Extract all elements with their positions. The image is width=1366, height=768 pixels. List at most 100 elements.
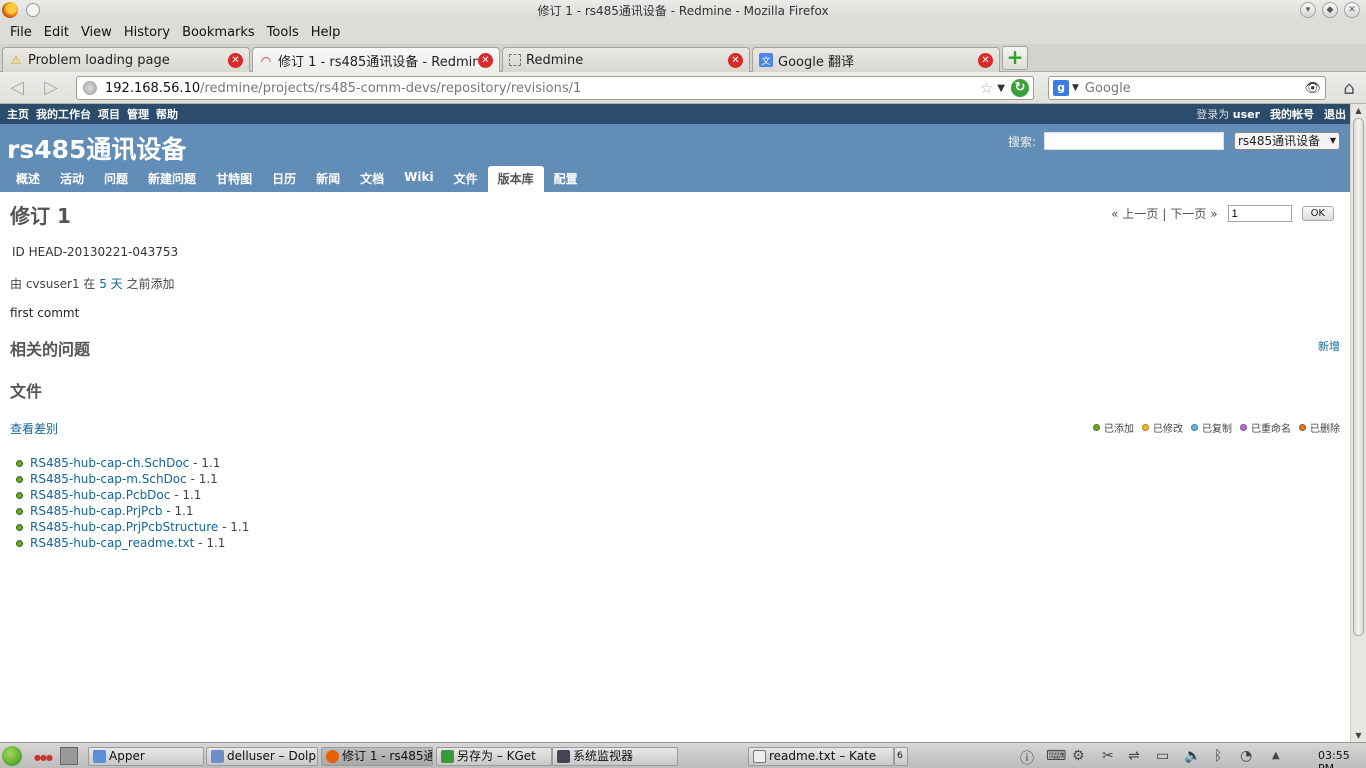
scroll-down-icon[interactable]: ▼ [1353,731,1364,740]
bluetooth-icon[interactable]: ᛒ [1214,748,1222,764]
top-menu-my-page[interactable]: 我的工作台 [36,106,91,122]
pin-icon[interactable] [26,3,40,17]
maximize-button[interactable]: ◆ [1322,2,1338,18]
next-revision-link[interactable]: 下一页 » [1170,205,1217,222]
task-kate[interactable]: readme.txt – Kate [748,747,894,766]
top-menu-projects[interactable]: 项目 [98,106,120,122]
binoculars-icon[interactable]: 👁 [1304,81,1321,96]
close-tab-icon[interactable]: ✕ [478,53,493,68]
list-item: RS485-hub-cap.PrjPcbStructure - 1.1 [16,519,1340,535]
menu-view[interactable]: View [75,25,118,40]
revision-input[interactable] [1227,205,1292,222]
task-dolphin[interactable]: delluser – Dolphin [206,747,318,766]
top-menu-home[interactable]: 主页 [7,106,29,122]
bookmark-star-icon[interactable]: ☆ [980,79,993,97]
previous-revision-link[interactable]: « 上一页 [1111,205,1158,222]
tab-google-translate[interactable]: 文 Google 翻译 ✕ [752,47,1000,72]
activities-icon[interactable]: ●●● [34,753,53,762]
firefox-icon[interactable] [2,2,18,18]
close-window-button[interactable]: ✕ [1344,2,1360,18]
tab-wiki[interactable]: Wiki [394,166,443,192]
tab-new-issue[interactable]: 新建问题 [138,166,206,192]
wifi-icon[interactable]: ◔ [1240,748,1252,764]
clock[interactable]: 03:55 PM [1318,749,1366,768]
task-firefox[interactable]: 修订 1 - rs485通讯设备 [321,747,433,766]
forward-button[interactable]: ▷ [40,78,62,98]
redmine-header: rs485通讯设备 搜索: rs485通讯设备 ▼ 概述 活动 问题 新建问题 甘… [0,124,1350,192]
url-dropdown-icon[interactable]: ▼ [997,83,1005,94]
task-kget[interactable]: 另存为 – KGet [436,747,552,766]
ok-button[interactable]: OK [1301,206,1334,221]
author-suffix: 之前添加 [122,277,175,291]
tab-activity[interactable]: 活动 [50,166,94,192]
search-bar[interactable]: g ▼ Google 👁 [1048,76,1326,100]
settings-icon[interactable]: ⚙ [1072,748,1085,764]
add-related-issue-link[interactable]: 新增 [1318,338,1340,354]
tray-expand-icon[interactable]: ▲ [1272,750,1280,761]
task-group-count[interactable]: 6 [894,747,908,766]
new-tab-button[interactable]: + [1002,46,1028,70]
close-tab-icon[interactable]: ✕ [228,52,243,68]
view-diff-link[interactable]: 查看差别 [10,422,58,436]
close-tab-icon[interactable]: ✕ [978,52,993,68]
url-bar[interactable]: 192.168.56.10/redmine/projects/rs485-com… [76,76,1034,100]
time-ago-link[interactable]: 5 天 [99,277,122,291]
tab-problem-loading[interactable]: ⚠ Problem loading page ✕ [2,47,250,72]
tab-issues[interactable]: 问题 [94,166,138,192]
home-icon[interactable]: ⌂ [1338,78,1360,99]
menu-history[interactable]: History [118,25,176,40]
task-system-monitor[interactable]: 系统监视器 [552,747,678,766]
tab-calendar[interactable]: 日历 [262,166,306,192]
tab-documents[interactable]: 文档 [350,166,394,192]
menu-edit[interactable]: Edit [38,25,75,40]
file-link[interactable]: RS485-hub-cap-ch.SchDoc [30,455,189,471]
file-link[interactable]: RS485-hub-cap.PrjPcbStructure [30,519,218,535]
info-icon[interactable]: ⓘ [1020,748,1034,768]
google-icon[interactable]: g [1053,80,1069,96]
quick-search-input[interactable] [1044,132,1224,150]
related-issues-section: 相关的问题 新增 [10,336,1340,360]
menu-tools[interactable]: Tools [261,25,305,40]
file-link[interactable]: RS485-hub-cap.PrjPcb [30,503,162,519]
tab-gantt[interactable]: 甘特图 [206,166,262,192]
tab-repository[interactable]: 版本库 [487,166,544,192]
menu-file[interactable]: File [4,25,38,40]
tab-news[interactable]: 新闻 [306,166,350,192]
minimize-button[interactable]: ▾ [1300,2,1316,18]
desktop-pager[interactable] [60,747,78,765]
keyboard-icon[interactable]: ⌨ [1046,748,1066,764]
search-engine-dropdown-icon[interactable]: ▼ [1072,83,1079,93]
menu-help[interactable]: Help [305,25,347,40]
file-link[interactable]: RS485-hub-cap-m.SchDoc [30,471,187,487]
logged-as: 登录为 user [1196,106,1260,122]
top-menu-help[interactable]: 帮助 [156,106,178,122]
scissors-icon[interactable]: ✂ [1102,748,1114,764]
top-menu-admin[interactable]: 管理 [127,106,149,122]
project-jump-select[interactable]: rs485通讯设备 ▼ [1234,132,1340,150]
tab-overview[interactable]: 概述 [6,166,50,192]
application-launcher-icon[interactable] [2,746,22,766]
my-account-link[interactable]: 我的帐号 [1270,106,1314,122]
tab-redmine[interactable]: Redmine ✕ [502,47,750,72]
file-link[interactable]: RS485-hub-cap.PcbDoc [30,487,170,503]
back-button[interactable]: ◁ [6,78,28,98]
scroll-up-icon[interactable]: ▲ [1353,106,1364,115]
scrollbar-thumb[interactable] [1353,118,1364,636]
file-link[interactable]: RS485-hub-cap_readme.txt [30,535,194,551]
display-icon[interactable]: ▭ [1156,748,1169,764]
tab-settings[interactable]: 配置 [544,166,588,192]
menu-bookmarks[interactable]: Bookmarks [176,25,261,40]
tab-revision[interactable]: ◠ 修订 1 - rs485通讯设备 - Redmine ✕ [252,47,500,73]
task-apper[interactable]: Apper [88,747,204,766]
volume-icon[interactable]: 🔈 [1184,748,1201,764]
apper-icon [93,750,106,763]
usb-icon[interactable]: ⇌ [1128,748,1140,764]
close-tab-icon[interactable]: ✕ [728,52,743,68]
reload-icon[interactable]: ↻ [1011,79,1029,97]
logout-link[interactable]: 退出 [1324,106,1346,122]
task-label: delluser – Dolphin [227,749,317,763]
logged-as-user[interactable]: user [1233,108,1260,121]
url-text[interactable]: 192.168.56.10/redmine/projects/rs485-com… [105,81,980,96]
tab-files[interactable]: 文件 [444,166,488,192]
vertical-scrollbar[interactable]: ▲ ▼ [1350,104,1366,742]
